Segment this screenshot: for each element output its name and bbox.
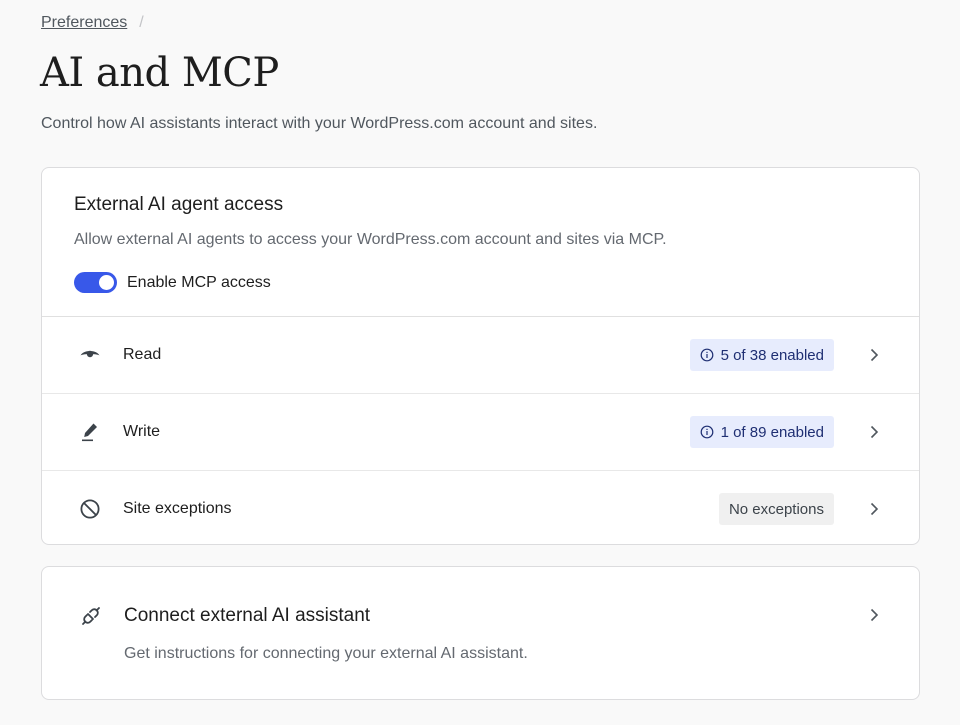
chevron-right-icon: [870, 348, 879, 362]
read-badge-text: 5 of 38 enabled: [720, 346, 824, 364]
permission-row-write[interactable]: Write 1 of 89 enabled: [42, 394, 919, 471]
chevron-right-icon: [870, 608, 879, 622]
connect-assistant-card[interactable]: Connect external AI assistant Get instru…: [41, 566, 920, 700]
external-access-header: External AI agent access Allow external …: [42, 168, 919, 317]
row-label-write: Write: [123, 423, 161, 440]
row-label-read: Read: [123, 346, 162, 363]
external-access-card: External AI agent access Allow external …: [41, 167, 920, 545]
site-exceptions-badge-text: No exceptions: [728, 500, 824, 518]
page-description: Control how AI assistants interact with …: [41, 115, 598, 132]
external-access-title: External AI agent access: [74, 194, 284, 215]
site-exceptions-badge: No exceptions: [718, 493, 834, 525]
chevron-right-icon: [870, 502, 879, 516]
page-title: AI and MCP: [40, 50, 279, 96]
mcp-toggle-row: Enable MCP access: [74, 272, 271, 293]
read-status-badge: 5 of 38 enabled: [689, 339, 834, 371]
connect-assistant-description: Get instructions for connecting your ext…: [124, 645, 528, 662]
plug-icon: [79, 604, 103, 628]
enable-mcp-label[interactable]: Enable MCP access: [127, 274, 271, 292]
permission-row-read[interactable]: Read 5 of 38 enabled: [42, 317, 919, 394]
row-label-site-exceptions: Site exceptions: [123, 500, 232, 517]
breadcrumb-separator: /: [139, 14, 144, 31]
external-access-description: Allow external AI agents to access your …: [74, 231, 667, 248]
permission-row-site-exceptions[interactable]: Site exceptions No exceptions: [42, 471, 919, 547]
eye-icon: [78, 343, 102, 367]
block-icon: [78, 497, 102, 521]
write-badge-text: 1 of 89 enabled: [720, 423, 824, 441]
chevron-right-icon: [870, 425, 879, 439]
info-icon: [700, 348, 713, 362]
enable-mcp-toggle[interactable]: [74, 272, 117, 293]
connect-assistant-title: Connect external AI assistant: [124, 605, 371, 626]
breadcrumb: Preferences /: [41, 14, 144, 32]
write-status-badge: 1 of 89 enabled: [689, 416, 834, 448]
pencil-icon: [78, 420, 102, 444]
breadcrumb-preferences-link[interactable]: Preferences: [41, 14, 127, 32]
info-icon: [700, 425, 713, 439]
toggle-knob: [99, 275, 114, 290]
